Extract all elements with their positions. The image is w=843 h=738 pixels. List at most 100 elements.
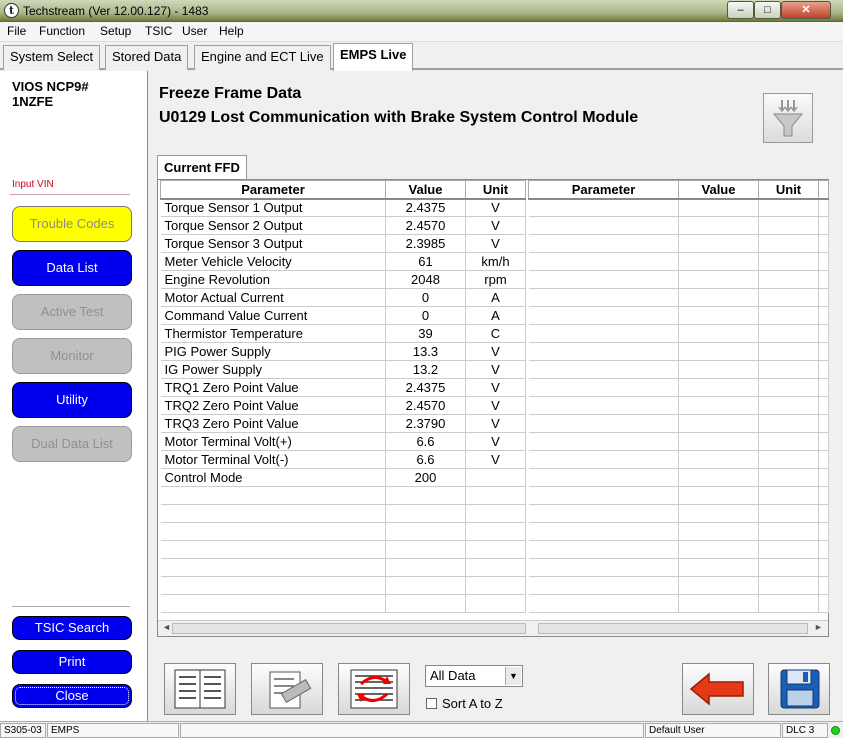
refresh-arrows-icon	[350, 669, 398, 709]
save-button[interactable]	[768, 663, 830, 715]
refresh-list-button[interactable]	[338, 663, 410, 715]
table-row[interactable]: Torque Sensor 3 Output 2.3985 V	[160, 234, 526, 253]
empty-cell	[678, 360, 759, 379]
menu-user[interactable]: User	[182, 24, 207, 38]
cell-value	[385, 504, 466, 523]
table-row[interactable]	[160, 504, 526, 523]
empty-cell	[528, 522, 679, 541]
table-row-empty	[528, 252, 829, 271]
scrollbar-thumb-left[interactable]	[172, 623, 526, 634]
table-row[interactable]: Torque Sensor 2 Output 2.4570 V	[160, 216, 526, 235]
tab-stored-data[interactable]: Stored Data	[105, 45, 189, 70]
table-row[interactable]: Motor Terminal Volt(-) 6.6 V	[160, 450, 526, 469]
minimize-button[interactable]: –	[727, 1, 754, 19]
table-row[interactable]	[160, 594, 526, 613]
tab-current-ffd[interactable]: Current FFD	[157, 155, 247, 180]
table-row[interactable]: Engine Revolution 2048 rpm	[160, 270, 526, 289]
active-test-button: Active Test	[12, 294, 132, 330]
window-title: Techstream (Ver 12.00.127) - 1483	[23, 4, 209, 18]
menu-tsic[interactable]: TSIC	[145, 24, 172, 38]
table-row[interactable]: Meter Vehicle Velocity 61 km/h	[160, 252, 526, 271]
table-row[interactable]: Control Mode 200	[160, 468, 526, 487]
empty-cell	[818, 396, 829, 415]
cell-unit	[465, 540, 526, 559]
close-button[interactable]: Close	[12, 684, 132, 708]
cell-parameter: Motor Terminal Volt(+)	[160, 432, 386, 451]
table-row-empty	[528, 396, 829, 415]
table-row[interactable]: TRQ3 Zero Point Value 2.3790 V	[160, 414, 526, 433]
trouble-codes-button[interactable]: Trouble Codes	[12, 206, 132, 242]
empty-cell	[528, 306, 679, 325]
empty-cell	[528, 504, 679, 523]
cell-unit: V	[465, 432, 526, 451]
table-row[interactable]	[160, 540, 526, 559]
cell-parameter: Torque Sensor 3 Output	[160, 234, 386, 253]
table-row[interactable]: PIG Power Supply 13.3 V	[160, 342, 526, 361]
cell-unit	[465, 558, 526, 577]
empty-cell	[758, 504, 819, 523]
column-header-parameter-2[interactable]: Parameter	[528, 180, 679, 200]
column-header-value[interactable]: Value	[385, 180, 466, 200]
table-row[interactable]: Torque Sensor 1 Output 2.4375 V	[160, 198, 526, 217]
table-row[interactable]	[160, 522, 526, 541]
menu-file[interactable]: File	[7, 24, 26, 38]
empty-cell	[678, 504, 759, 523]
data-filter-select[interactable]: All Data ▼	[425, 665, 523, 687]
data-list-button[interactable]: Data List	[12, 250, 132, 286]
tab-emps-live[interactable]: EMPS Live	[333, 43, 414, 71]
cell-parameter: Torque Sensor 2 Output	[160, 216, 386, 235]
sort-label[interactable]: Sort A to Z	[442, 696, 503, 711]
column-header-value-2[interactable]: Value	[678, 180, 759, 200]
empty-cell	[528, 198, 679, 217]
sort-checkbox[interactable]	[426, 698, 437, 709]
table-row[interactable]: Motor Actual Current 0 A	[160, 288, 526, 307]
table-row[interactable]: Motor Terminal Volt(+) 6.6 V	[160, 432, 526, 451]
table-row[interactable]: TRQ2 Zero Point Value 2.4570 V	[160, 396, 526, 415]
empty-cell	[678, 216, 759, 235]
table-row[interactable]: IG Power Supply 13.2 V	[160, 360, 526, 379]
table-row[interactable]: TRQ1 Zero Point Value 2.4375 V	[160, 378, 526, 397]
scroll-left-arrow-icon[interactable]: ◄	[162, 622, 171, 632]
edit-list-button[interactable]	[251, 663, 323, 715]
empty-cell	[678, 198, 759, 217]
input-vin-link[interactable]: Input VIN	[12, 179, 54, 190]
empty-cell	[678, 234, 759, 253]
tab-system-select[interactable]: System Select	[3, 45, 101, 70]
back-button[interactable]	[682, 663, 754, 715]
horizontal-scrollbar[interactable]: ◄ ►	[158, 620, 828, 636]
tab-engine-ect-live[interactable]: Engine and ECT Live	[194, 45, 331, 70]
column-header-parameter[interactable]: Parameter	[160, 180, 386, 200]
menu-setup[interactable]: Setup	[100, 24, 131, 38]
empty-cell	[528, 360, 679, 379]
funnel-icon	[772, 100, 804, 137]
maximize-button[interactable]: □	[754, 1, 781, 19]
table-row[interactable]	[160, 558, 526, 577]
table-row[interactable]: Command Value Current 0 A	[160, 306, 526, 325]
utility-button[interactable]: Utility	[12, 382, 132, 418]
print-button[interactable]: Print	[12, 650, 132, 674]
column-header-unit[interactable]: Unit	[465, 180, 526, 200]
filter-button[interactable]	[763, 93, 813, 143]
empty-cell	[528, 252, 679, 271]
split-view-button[interactable]	[164, 663, 236, 715]
vin-divider	[10, 194, 130, 195]
menu-help[interactable]: Help	[219, 24, 244, 38]
empty-cell	[528, 576, 679, 595]
empty-cell	[678, 540, 759, 559]
tsic-search-button[interactable]: TSIC Search	[12, 616, 132, 640]
dropdown-arrow-icon[interactable]: ▼	[505, 667, 521, 685]
column-header-unit-2[interactable]: Unit	[758, 180, 819, 200]
empty-cell	[678, 378, 759, 397]
scrollbar-thumb-right[interactable]	[538, 623, 808, 634]
cell-parameter: Torque Sensor 1 Output	[160, 198, 386, 217]
menu-function[interactable]: Function	[39, 24, 85, 38]
scroll-right-arrow-icon[interactable]: ►	[814, 622, 823, 632]
table-row-empty	[528, 504, 829, 523]
table-row[interactable]	[160, 576, 526, 595]
cell-value: 200	[385, 468, 466, 487]
table-row[interactable]: Thermistor Temperature 39 C	[160, 324, 526, 343]
table-row[interactable]	[160, 486, 526, 505]
status-user: Default User	[645, 723, 781, 738]
close-window-button[interactable]: ✕	[781, 1, 831, 19]
table-row-empty	[528, 450, 829, 469]
